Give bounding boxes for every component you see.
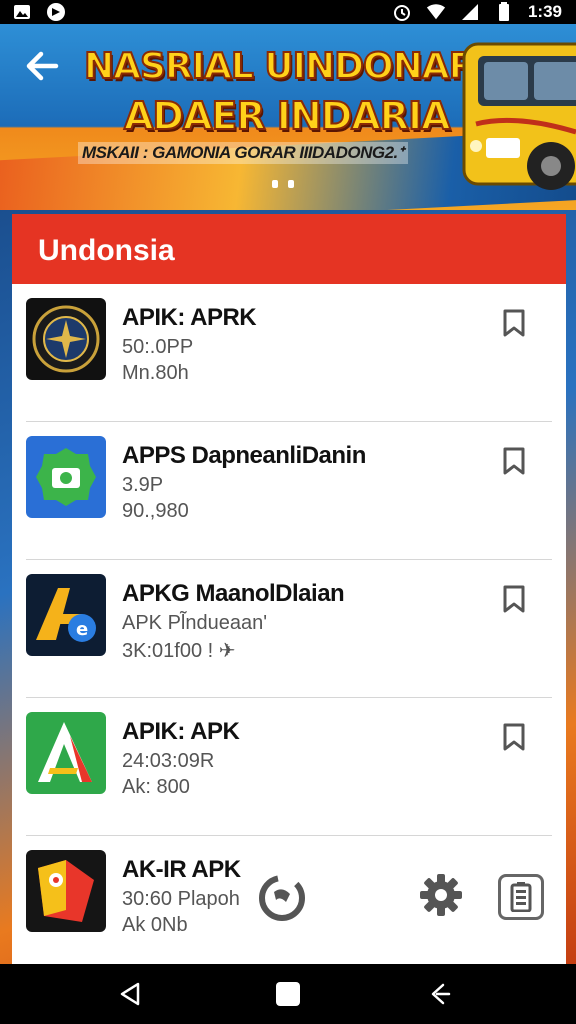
card-title: Undonsia xyxy=(38,234,175,267)
app-name: AK-IR APK xyxy=(122,856,241,883)
bookmark-icon[interactable] xyxy=(500,446,528,476)
circle-app-icon xyxy=(46,2,66,22)
back-icon[interactable] xyxy=(114,978,146,1010)
banner-tagline: MSKAII : GAMONIA GORAR IIIDADONG2.ᐩ xyxy=(78,142,408,164)
battery-saver-icon[interactable] xyxy=(498,874,544,920)
status-bar: 1:39 xyxy=(0,0,576,24)
camera-badge-icon xyxy=(26,436,106,518)
home-icon[interactable] xyxy=(272,978,304,1010)
bookmark-icon[interactable] xyxy=(500,308,528,338)
banner-headline-1: NASRIAL UINDONAR xyxy=(83,45,477,88)
alarm-icon xyxy=(392,2,412,22)
app-name: APIK: APK xyxy=(122,718,240,745)
bus-illustration xyxy=(456,34,576,194)
app-name: APPS DapneanliDanin xyxy=(122,442,366,469)
list-item[interactable]: APPS DapneanliDanin 3.9P 90.,980 xyxy=(12,422,566,560)
list-item[interactable]: APIK: APK 24:03:09R Ak: 800 xyxy=(12,698,566,836)
banner-page-indicator xyxy=(272,180,294,188)
page-dot xyxy=(272,180,278,188)
gear-icon[interactable] xyxy=(418,872,464,918)
promo-banner[interactable]: NASRIAL UINDONAR ADAER INDARIA MSKAII : … xyxy=(0,24,576,210)
svg-text:e: e xyxy=(76,619,88,640)
app-detail: Ak: 800 xyxy=(122,776,190,798)
app-name: APIK: APRK xyxy=(122,304,257,331)
wifi-icon xyxy=(426,2,446,22)
card-header: Undonsia xyxy=(12,214,566,284)
app-detail: 30:60 Plapoh xyxy=(122,888,240,910)
a-triangle-icon xyxy=(26,712,106,794)
list-item[interactable]: APIK: APRK 50:.0PP Mn.80h xyxy=(12,284,566,422)
app-detail: 24:03:09R xyxy=(122,750,215,772)
status-time: 1:39 xyxy=(527,2,562,21)
battery-icon xyxy=(494,2,514,22)
page-dot xyxy=(288,180,294,188)
app-detail: 3K:01f00 ! ✈ xyxy=(122,640,236,662)
image-icon xyxy=(12,2,32,22)
app-name: APKG MaanolDlaian xyxy=(122,580,345,607)
bookmark-icon[interactable] xyxy=(500,584,528,614)
app-detail: 50:.0PP xyxy=(122,336,194,358)
recents-icon[interactable] xyxy=(424,978,456,1010)
banner-headline-2: ADAER INDARIA xyxy=(123,93,452,139)
app-detail: APK Pl̃ndueaan' xyxy=(122,612,268,634)
signal-icon xyxy=(460,2,480,22)
emblem-icon xyxy=(26,298,106,380)
a-letter-icon: e xyxy=(26,574,106,656)
app-list-card: Undonsia APIK: APRK 50:.0PP Mn.80h APPS xyxy=(12,214,566,964)
sync-icon[interactable] xyxy=(256,872,308,924)
bookmark-icon[interactable] xyxy=(500,722,528,752)
navigation-bar xyxy=(0,964,576,1024)
list-item[interactable]: e APKG MaanolDlaian APK Pl̃ndueaan' 3K:0… xyxy=(12,560,566,698)
app-detail: 3.9P xyxy=(122,474,164,496)
back-button[interactable] xyxy=(22,46,62,86)
app-detail: Ak 0Nb xyxy=(122,914,188,936)
app-detail: Mn.80h xyxy=(122,362,189,384)
map-pin-icon xyxy=(26,850,106,932)
app-detail: 90.,980 xyxy=(122,500,189,522)
